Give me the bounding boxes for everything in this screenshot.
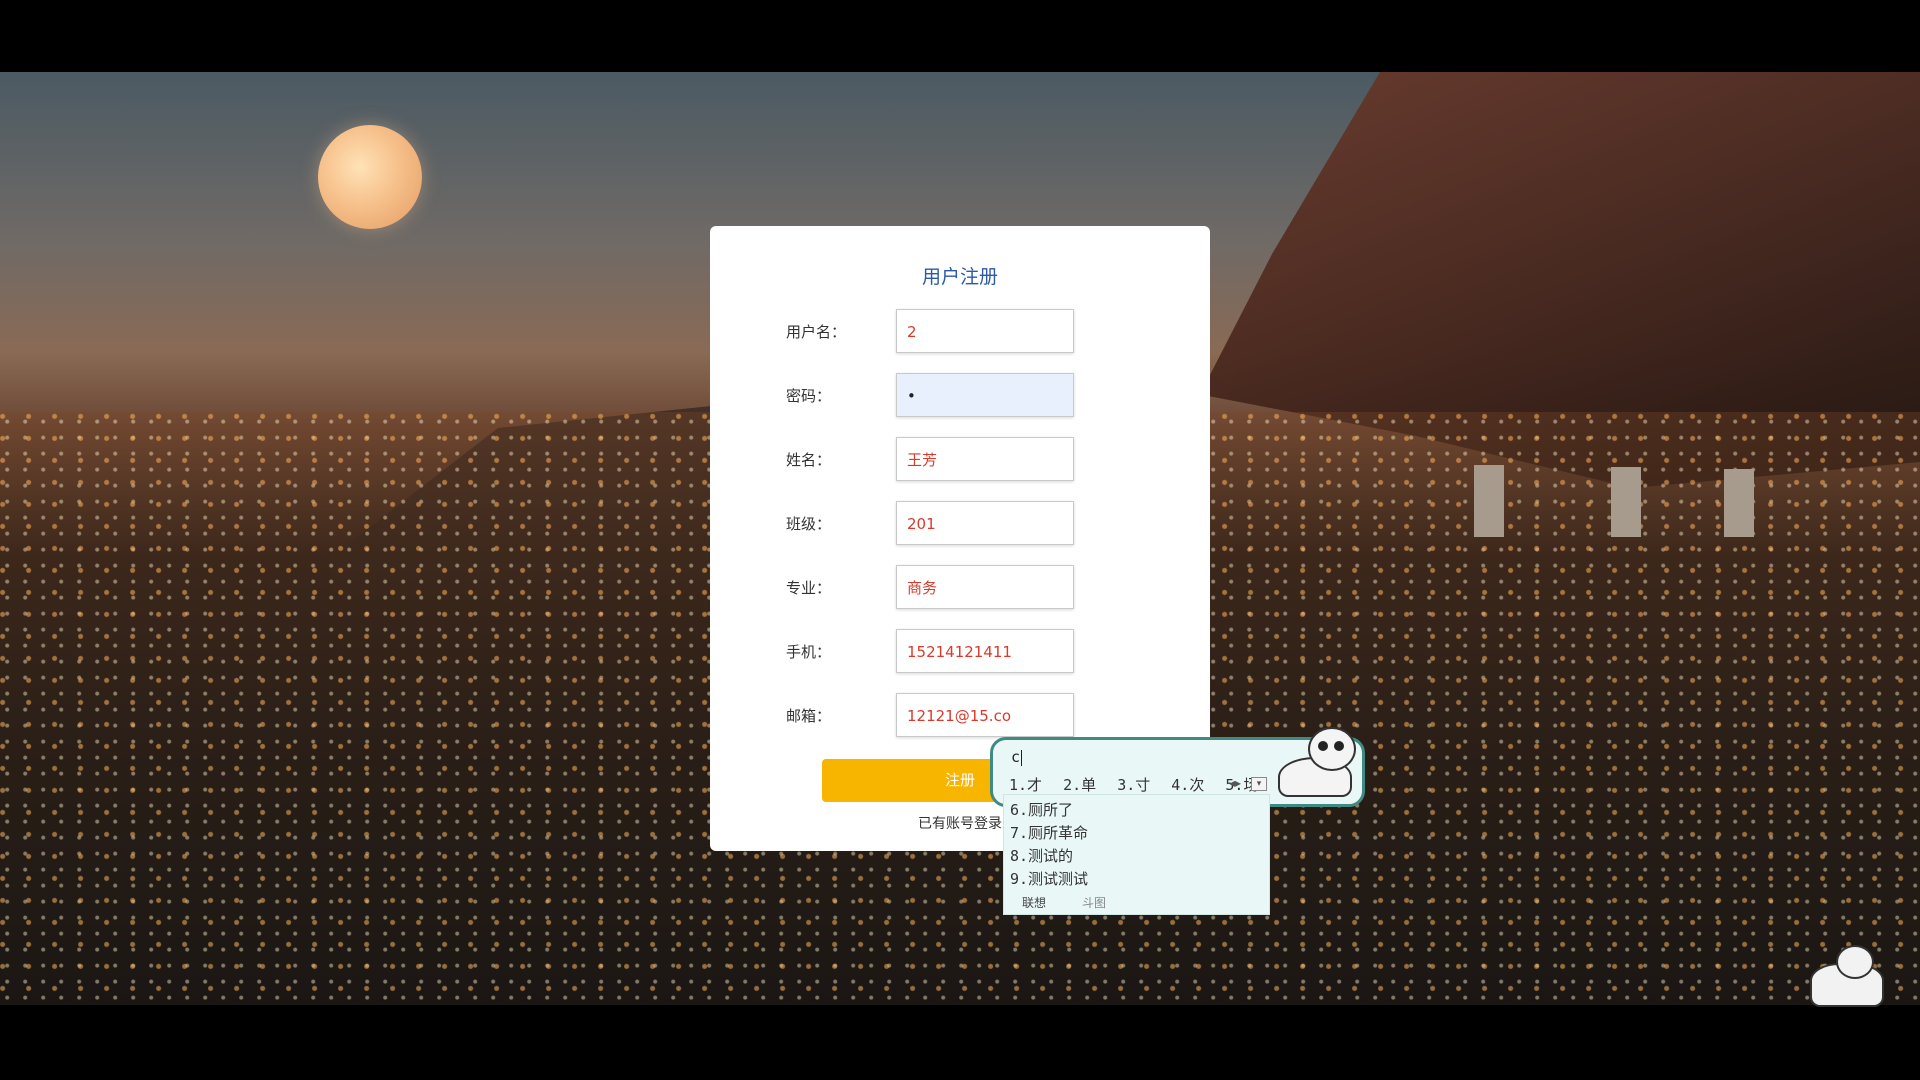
ime-candidate[interactable]: 4.次	[1171, 776, 1204, 794]
class-label: 班级：	[786, 515, 832, 533]
ime-candidate[interactable]: 8.测试的	[1010, 845, 1073, 866]
username-input[interactable]: 2	[896, 309, 1074, 353]
towers-image	[1474, 465, 1760, 537]
ime-sticker-tab[interactable]: 斗图	[1082, 894, 1106, 911]
major-row: 专业： 商务	[710, 565, 1210, 611]
ime-candidate-list: 6.厕所了 7.厕所革命 8.测试的 9.测试测试 联想 斗图	[1003, 794, 1270, 915]
ime-candidate[interactable]: 6.厕所了	[1010, 799, 1073, 820]
username-label: 用户名：	[786, 323, 847, 341]
letterbox-top	[0, 0, 1920, 72]
ime-candidate[interactable]: 2.单	[1063, 776, 1096, 794]
desktop-mascot-icon[interactable]	[1810, 945, 1890, 1007]
ime-candidate[interactable]: 3.寸	[1117, 776, 1150, 794]
major-input[interactable]: 商务	[896, 565, 1074, 609]
phone-row: 手机： 15214121411	[710, 629, 1210, 675]
password-row: 密码： •	[710, 373, 1210, 419]
letterbox-bottom	[0, 1005, 1920, 1080]
name-input[interactable]: 王芳	[896, 437, 1074, 481]
ime-expand-icon[interactable]: ▾	[1251, 777, 1267, 791]
ime-input-text: c	[1011, 748, 1021, 766]
name-label: 姓名：	[786, 451, 832, 469]
class-row: 班级： 201	[710, 501, 1210, 547]
email-input[interactable]: 12121@15.co	[896, 693, 1074, 737]
ime-candidate[interactable]: 9.测试测试	[1010, 868, 1088, 889]
major-label: 专业：	[786, 579, 832, 597]
ime-candidate[interactable]: 7.厕所革命	[1010, 822, 1088, 843]
ime-footer: 联想 斗图	[1004, 890, 1271, 916]
phone-label: 手机：	[786, 643, 832, 661]
ime-caret	[1021, 750, 1022, 766]
username-row: 用户名： 2	[710, 309, 1210, 355]
password-input[interactable]: •	[896, 373, 1074, 417]
ime-mascot-icon	[1268, 727, 1364, 797]
ime-page-arrows-icon[interactable]: ◂▸	[1229, 776, 1241, 790]
ime-association-tab[interactable]: 联想	[1022, 894, 1046, 911]
moon-image	[318, 125, 422, 229]
page-title: 用户注册	[921, 266, 998, 288]
class-input[interactable]: 201	[896, 501, 1074, 545]
email-label: 邮箱：	[786, 707, 832, 725]
ime-candidate[interactable]: 1.才	[1009, 776, 1042, 794]
email-row: 邮箱： 12121@15.co	[710, 693, 1210, 739]
name-row: 姓名： 王芳	[710, 437, 1210, 483]
phone-input[interactable]: 15214121411	[896, 629, 1074, 673]
password-label: 密码：	[786, 387, 832, 405]
